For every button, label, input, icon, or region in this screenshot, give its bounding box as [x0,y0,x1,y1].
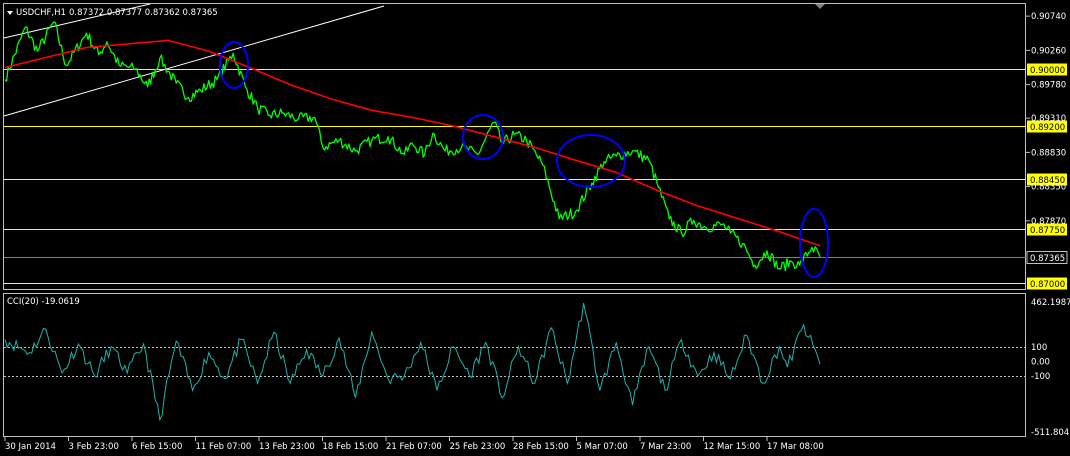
level-price-label-4: 0.87000 [1030,280,1065,290]
x-tick-label-5: 18 Feb 15:00 [323,442,379,452]
x-tick-label-12: 17 Mar 08:00 [767,442,824,452]
chart-canvas: 0.900000.892000.884500.877500.870000.873… [0,0,1070,456]
cci-label: CCI(20) -19.0619 [7,297,80,307]
y-tick-label-0: 0.90740 [1031,12,1066,22]
x-tick-label-3: 11 Feb 07:00 [196,442,252,452]
y-tick-label-1: 0.90260 [1031,46,1066,56]
x-tick-label-11: 12 Mar 15:00 [704,442,761,452]
level-price-label-0: 0.90000 [1030,66,1065,76]
y-tick-label-3: 0.89310 [1031,114,1066,124]
cci-axis-label-0: 462.1987 [1031,298,1070,308]
x-tick-label-0: 30 Jan 2014 [5,442,56,452]
y-tick-label-6: 0.87870 [1031,217,1066,227]
level-price-label-3: 0.87750 [1030,226,1065,236]
x-tick-label-4: 13 Feb 23:00 [259,442,315,452]
x-tick-label-6: 21 Feb 07:00 [386,442,442,452]
y-tick-label-4: 0.88830 [1031,148,1066,158]
cci-axis-label-2: 0.00 [1031,357,1050,367]
x-tick-label-1: 3 Feb 23:00 [69,442,119,452]
y-tick-label-2: 0.89780 [1031,81,1066,91]
level-price-label-1: 0.89200 [1030,123,1065,133]
x-tick-label-8: 28 Feb 15:00 [513,442,569,452]
x-tick-label-2: 6 Feb 15:00 [132,442,182,452]
chart-header: USDCHF,H1 0.87372 0.87377 0.87362 0.8736… [7,8,218,18]
cci-axis-label-3: -100 [1031,372,1050,382]
x-tick-label-7: 25 Feb 23:00 [450,442,506,452]
last-price-label: 0.87365 [1030,254,1065,264]
ohlc-label: 0.87372 0.87377 0.87362 0.87365 [69,8,218,18]
x-tick-label-10: 7 Mar 23:00 [640,442,691,452]
cci-axis-label-1: 100 [1031,343,1047,353]
x-tick-label-9: 5 Mar 07:00 [577,442,628,452]
symbol-label: USDCHF,H1 [16,8,66,18]
cci-axis-label-4: -511.8047 [1031,428,1070,438]
y-tick-label-5: 0.88350 [1031,183,1066,193]
